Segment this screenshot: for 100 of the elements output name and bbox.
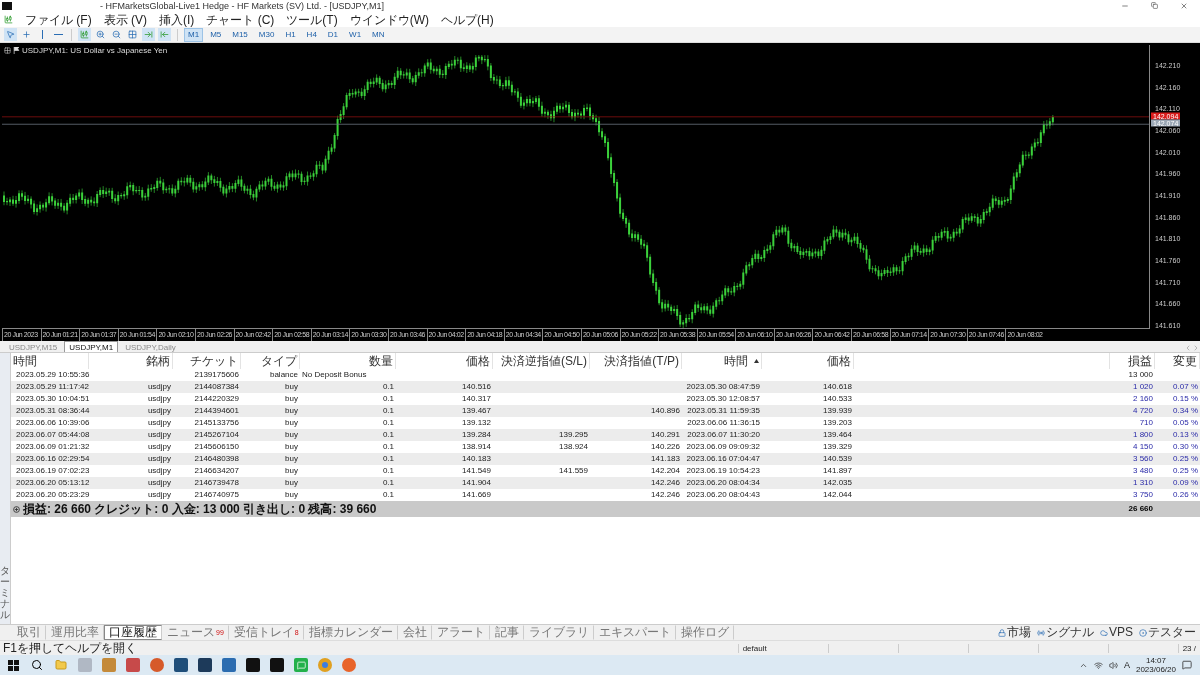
table-cell-text: 140.539 <box>822 453 853 465</box>
table-cell-text: 4 720 <box>1131 405 1154 417</box>
crosshair-icon[interactable] <box>20 28 33 41</box>
table-cell-text: 13 000 <box>1127 369 1154 381</box>
volume-icon[interactable] <box>1108 660 1118 670</box>
terminal-tab[interactable]: 口座履歴 <box>104 625 162 640</box>
zoom-in-icon[interactable] <box>94 28 107 41</box>
table-cell-text: 0.13 % <box>1172 429 1199 441</box>
scroll-right-icon[interactable] <box>1192 344 1200 352</box>
table-cell: 2023.06.16 02:29:54 <box>16 453 90 465</box>
table-cell-text: 3 560 <box>1131 453 1154 465</box>
period-button[interactable]: M30 <box>254 27 279 42</box>
menu-item[interactable]: チャート (C) <box>206 12 275 27</box>
period-button[interactable]: H4 <box>302 27 321 42</box>
table-cell-text: 139.203 <box>822 417 853 429</box>
table-cell-text: 140.533 <box>822 393 853 405</box>
table-cell: 2023.06.09 01:21:32 <box>16 441 90 453</box>
app-icon[interactable] <box>198 658 212 672</box>
app-icon[interactable] <box>222 658 236 672</box>
period-button[interactable]: H1 <box>281 27 300 42</box>
table-cell-text: buy <box>284 441 299 453</box>
minimize-icon[interactable] <box>1121 2 1129 10</box>
table-cell-text: 2 160 <box>1131 393 1154 405</box>
chart-shift-icon[interactable] <box>158 28 171 41</box>
cursor-icon[interactable] <box>4 28 17 41</box>
browser-icon[interactable] <box>342 658 356 672</box>
restore-icon[interactable] <box>1151 2 1158 9</box>
panel-button[interactable]: シグナル <box>1037 626 1094 639</box>
menu-item[interactable]: 挿入(I) <box>159 12 195 27</box>
menu-item[interactable]: ツール(T) <box>286 12 338 27</box>
zoom-out-icon[interactable] <box>110 28 123 41</box>
period-button[interactable]: M15 <box>228 27 252 42</box>
table-cell: 2023.05.29 11:17:42 <box>16 381 89 393</box>
search-icon[interactable] <box>30 658 44 672</box>
table-cell-text: usdjpy <box>146 381 172 393</box>
table-cell-text: No Deposit Bonus <box>301 369 368 381</box>
table-cell-text: 0.25 % <box>1172 465 1199 477</box>
table-cell-text: 2023.05.30 08:47:59 <box>685 381 761 393</box>
ime-indicator[interactable]: A <box>1123 660 1130 670</box>
period-button[interactable]: W1 <box>345 27 366 42</box>
period-button[interactable]: MN <box>368 27 389 42</box>
table-cell-text: 0.1 <box>381 477 395 489</box>
period-button[interactable]: M1 <box>184 27 204 42</box>
table-cell-text: 2023.06.19 10:54:23 <box>685 465 761 477</box>
candlestick-icon[interactable] <box>78 28 91 41</box>
cloud-icon <box>1100 628 1108 637</box>
table-cell-text: 142.044 <box>822 489 853 501</box>
app-icon[interactable] <box>150 658 164 672</box>
table-cell-text: 141.183 <box>650 453 681 465</box>
panel-button[interactable]: VPS <box>1100 626 1133 639</box>
table-cell-text: 2144220329 <box>193 393 240 405</box>
table-cell-text: buy <box>284 477 299 489</box>
grid-icon[interactable] <box>126 28 139 41</box>
app-icon[interactable] <box>174 658 188 672</box>
start-icon[interactable] <box>6 658 20 672</box>
auto-scroll-icon[interactable] <box>142 28 155 41</box>
panel-button[interactable]: 市場 <box>998 626 1031 639</box>
table-cell-text: 139.295 <box>558 429 589 441</box>
close-icon[interactable] <box>1180 2 1188 10</box>
clock[interactable]: 14:07 2023/06/20 <box>1135 656 1176 674</box>
table-cell-text: 2023.05.31 11:59:35 <box>686 405 761 417</box>
table-cell-text: 2146740975 <box>193 489 240 501</box>
table-cell-text: 0.1 <box>381 393 395 405</box>
side-label: ターミナル <box>0 565 10 620</box>
menu-item[interactable]: ウインドウ(W) <box>349 12 429 27</box>
table-cell-text: 0.25 % <box>1172 453 1199 465</box>
connection-status: 23 / <box>1177 643 1200 653</box>
total-profit: 26 660 <box>1127 503 1154 515</box>
table-cell-text: 0.30 % <box>1172 441 1199 453</box>
table-cell-text: 0.26 % <box>1172 489 1199 501</box>
table-cell-text: 2023.06.09 09:09:32 <box>685 441 761 453</box>
network-icon[interactable] <box>1093 660 1103 670</box>
app-icon[interactable] <box>246 658 260 672</box>
table-cell-text: 0.1 <box>381 429 395 441</box>
chart-tab[interactable]: USDJPY,M1 <box>64 341 119 352</box>
chat-app-icon[interactable] <box>294 658 308 672</box>
target-icon <box>1139 628 1147 637</box>
menu-item[interactable]: ファイル (F) <box>25 12 92 27</box>
folder-icon[interactable] <box>54 658 68 672</box>
panel-button[interactable]: テスター <box>1139 626 1196 639</box>
menu-item[interactable]: 表示 (V) <box>103 12 147 27</box>
account-summary: 損益: 26 660 クレジット: 0 入金: 13 000 引き出し: 0 残高: 39 660 <box>23 501 377 518</box>
period-button[interactable]: D1 <box>323 27 343 42</box>
notification-icon[interactable] <box>1182 660 1192 670</box>
table-cell-text: usdjpy <box>146 477 172 489</box>
table-cell-text: 141.559 <box>558 465 589 477</box>
app-menu-icon[interactable] <box>4 15 13 24</box>
table-cell-text: 139.284 <box>461 429 492 441</box>
table-cell-text: 2023.06.06 11:36:15 <box>686 417 761 429</box>
table-cell-text: 2145267104 <box>193 429 240 441</box>
table-cell-text: usdjpy <box>146 453 172 465</box>
period-button[interactable]: M5 <box>206 27 226 42</box>
menu-item[interactable]: ヘルプ(H) <box>441 12 494 27</box>
table-cell-text: 140.896 <box>650 405 681 417</box>
table-cell-text: 2146739478 <box>193 477 240 489</box>
app-icon[interactable] <box>270 658 284 672</box>
browser-icon[interactable] <box>318 658 332 672</box>
table-cell-text: usdjpy <box>146 441 172 453</box>
table-cell-text: 2145133756 <box>193 417 240 429</box>
scroll-left-icon[interactable] <box>1184 344 1192 352</box>
